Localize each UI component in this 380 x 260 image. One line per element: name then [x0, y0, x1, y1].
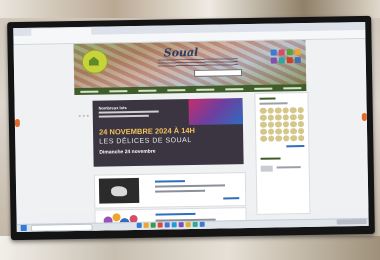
news-card-category [155, 212, 196, 216]
promo-subline [98, 114, 149, 118]
monitor-frame: Soual Nombreux lots 24 NOVEMBRE 2024 À 1… [7, 15, 375, 241]
windows-start-icon[interactable] [20, 224, 27, 231]
sidebar-heading [259, 97, 276, 100]
news-card-text [155, 189, 206, 193]
weather-text [276, 166, 301, 169]
background-bottom [0, 236, 380, 260]
taskbar-search-input[interactable] [30, 223, 93, 232]
tile-icon[interactable] [278, 57, 285, 64]
tile-icon[interactable] [294, 49, 301, 56]
news-card-image [98, 177, 140, 204]
website: Soual Nombreux lots 24 NOVEMBRE 2024 À 1… [13, 38, 369, 233]
arrow-left-icon[interactable] [14, 118, 20, 128]
site-title: Soual [163, 45, 199, 60]
menu-item[interactable] [282, 86, 301, 89]
calendar-grid[interactable] [259, 107, 305, 142]
promo-day: Dimanche 24 novembre [99, 148, 156, 156]
site-tagline [157, 58, 238, 68]
tile-icon[interactable] [286, 57, 293, 64]
menu-item[interactable] [137, 89, 156, 92]
background-top [0, 0, 380, 18]
calendar-link[interactable] [286, 145, 305, 148]
search-input[interactable] [193, 69, 243, 77]
promo-headline: Nombreux lots [98, 105, 127, 111]
news-card-title [155, 184, 226, 188]
quick-access-tiles[interactable] [270, 48, 302, 65]
news-card-category [154, 180, 185, 183]
promo-banner[interactable]: Nombreux lots 24 NOVEMBRE 2024 À 14H LES… [92, 98, 244, 167]
system-tray[interactable] [336, 218, 367, 225]
news-card[interactable] [93, 172, 247, 209]
sidebar-agenda [254, 91, 311, 215]
news-card-link[interactable] [223, 197, 240, 200]
arrow-right-icon[interactable] [361, 112, 367, 122]
tile-icon[interactable] [270, 49, 277, 56]
site-header: Soual [73, 39, 307, 89]
tile-icon[interactable] [270, 57, 277, 64]
menu-item[interactable] [253, 87, 272, 90]
sidebar-heading [260, 157, 281, 160]
promo-date: 24 NOVEMBRE 2024 À 14H [98, 125, 195, 137]
menu-item[interactable] [79, 90, 98, 93]
tile-icon[interactable] [294, 57, 301, 64]
menu-item[interactable] [166, 88, 185, 91]
calendar-month [259, 102, 288, 105]
tile-icon[interactable] [286, 49, 293, 56]
promo-graphic [188, 98, 243, 126]
weather-icon [260, 165, 273, 172]
promo-subline [98, 110, 159, 114]
tile-icon[interactable] [278, 49, 285, 56]
menu-item[interactable] [195, 88, 214, 91]
menu-item[interactable] [224, 87, 243, 90]
screen: Soual Nombreux lots 24 NOVEMBRE 2024 À 1… [13, 21, 369, 233]
menu-item[interactable] [108, 89, 127, 92]
promo-brand: LES DÉLICES DE SOUAL [99, 136, 192, 146]
